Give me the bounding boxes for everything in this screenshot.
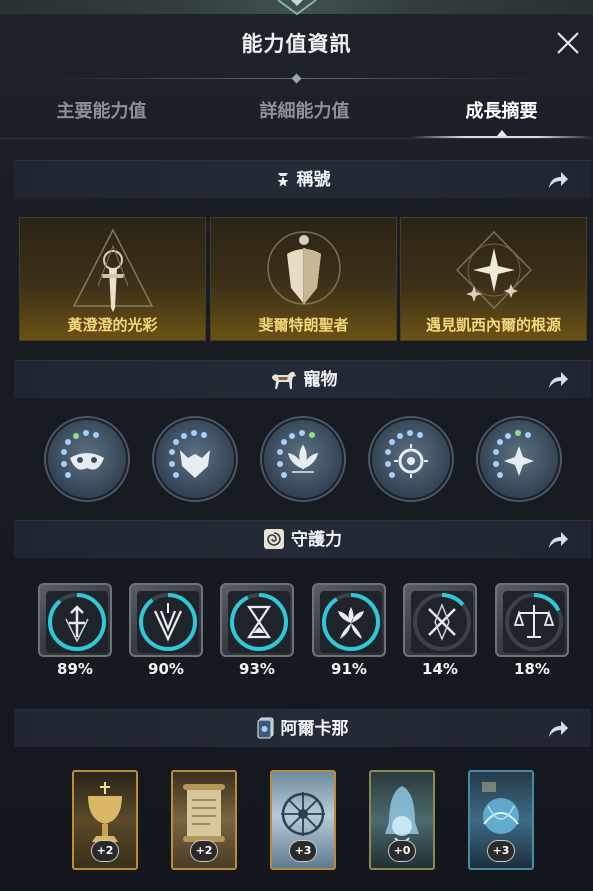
guardian-percent: 93% (239, 660, 275, 678)
star-pet-icon (493, 430, 534, 478)
guardian-slot[interactable] (312, 583, 386, 657)
pets-section-title: 寵物 (303, 370, 338, 390)
sword-triangle-emblem-icon (72, 228, 153, 312)
arcana-level-badge: +3 (289, 840, 317, 862)
wolf-pet-icon (169, 430, 210, 478)
tab-bar: 主要能力值 詳細能力值 成長摘要 (0, 90, 593, 138)
arcana-card[interactable]: +0 (369, 770, 435, 870)
guardian-slot[interactable] (129, 583, 203, 657)
flower-icon (320, 591, 382, 653)
guardian-slot[interactable] (220, 583, 294, 657)
tab-growth-summary[interactable]: 成長摘要 (410, 90, 593, 134)
pet-slot[interactable] (372, 420, 450, 498)
close-button[interactable] (553, 28, 583, 58)
pet-slot[interactable] (264, 420, 342, 498)
title-card-label: 黃澄澄的光彩 (67, 316, 158, 334)
pets-section-header: 寵物 (14, 360, 591, 398)
arcana-section-header: 阿爾卡那 (14, 709, 591, 747)
horse-icon (271, 371, 296, 389)
wing-blades-icon (137, 591, 199, 653)
tab-detailed-stats[interactable]: 詳細能力值 (203, 90, 406, 134)
pet-slot[interactable] (48, 420, 126, 498)
guardian-section-title: 守護力 (291, 530, 342, 550)
crossed-swords-icon (411, 591, 473, 653)
arcana-level-badge: +2 (190, 840, 218, 862)
share-icon[interactable] (547, 719, 569, 739)
arcana-level-badge: +3 (487, 840, 515, 862)
page-title: 能力值資訊 (241, 32, 352, 56)
top-ornament-icon (277, 0, 317, 16)
scales-icon (503, 591, 565, 653)
guardian-slot[interactable] (38, 583, 112, 657)
title-card-label: 遇見凱西內爾的根源 (425, 316, 561, 334)
pet-slot[interactable] (156, 420, 234, 498)
title-star-icon (277, 172, 288, 186)
title-card[interactable]: 遇見凱西內爾的根源 (400, 217, 587, 341)
titles-section-header: 稱號 (14, 160, 591, 198)
title-card[interactable]: 斐爾特朗聖者 (210, 217, 397, 341)
sword-shield-icon (46, 591, 108, 653)
tab-main-stats[interactable]: 主要能力值 (0, 90, 203, 134)
arcana-card[interactable]: +3 (468, 770, 534, 870)
guardian-section-header: 守護力 (14, 520, 591, 558)
spiral-icon (264, 528, 284, 549)
arcana-level-badge: +2 (91, 840, 119, 862)
guardian-percent: 91% (331, 660, 367, 678)
share-icon[interactable] (547, 530, 569, 550)
title-divider-ornament (291, 73, 302, 84)
shield-circle-emblem-icon (266, 231, 341, 305)
guardian-percent: 89% (57, 660, 93, 678)
star-diamond-emblem-icon (455, 230, 532, 310)
guardian-slot[interactable] (403, 583, 477, 657)
arcana-section-title: 阿爾卡那 (280, 719, 349, 739)
tabs-divider (0, 138, 593, 139)
mask-pet-icon (61, 430, 104, 478)
arcana-level-badge: +0 (388, 840, 416, 862)
lotus-pet-icon (277, 430, 319, 478)
guardian-percent: 90% (148, 660, 184, 678)
share-icon[interactable] (547, 370, 569, 390)
guardian-slot[interactable] (495, 583, 569, 657)
title-card-label: 斐爾特朗聖者 (258, 316, 349, 334)
card-icon (257, 717, 273, 738)
hourglass-icon (228, 591, 290, 653)
titles-section-title: 稱號 (296, 170, 331, 190)
stats-panel: 能力值資訊 主要能力值 詳細能力值 成長摘要 稱號 黃澄澄的光彩 斐爾特朗聖者 … (0, 0, 593, 891)
pet-slot[interactable] (480, 420, 558, 498)
title-card[interactable]: 黃澄澄的光彩 (19, 217, 206, 341)
arcana-card[interactable]: +2 (171, 770, 237, 870)
guardian-percent: 14% (422, 660, 458, 678)
arcana-card[interactable]: +2 (72, 770, 138, 870)
guardian-percent: 18% (514, 660, 550, 678)
share-icon[interactable] (547, 170, 569, 190)
arcana-card[interactable]: +3 (270, 770, 336, 870)
eye-pet-icon (385, 430, 428, 478)
close-icon (557, 32, 579, 54)
